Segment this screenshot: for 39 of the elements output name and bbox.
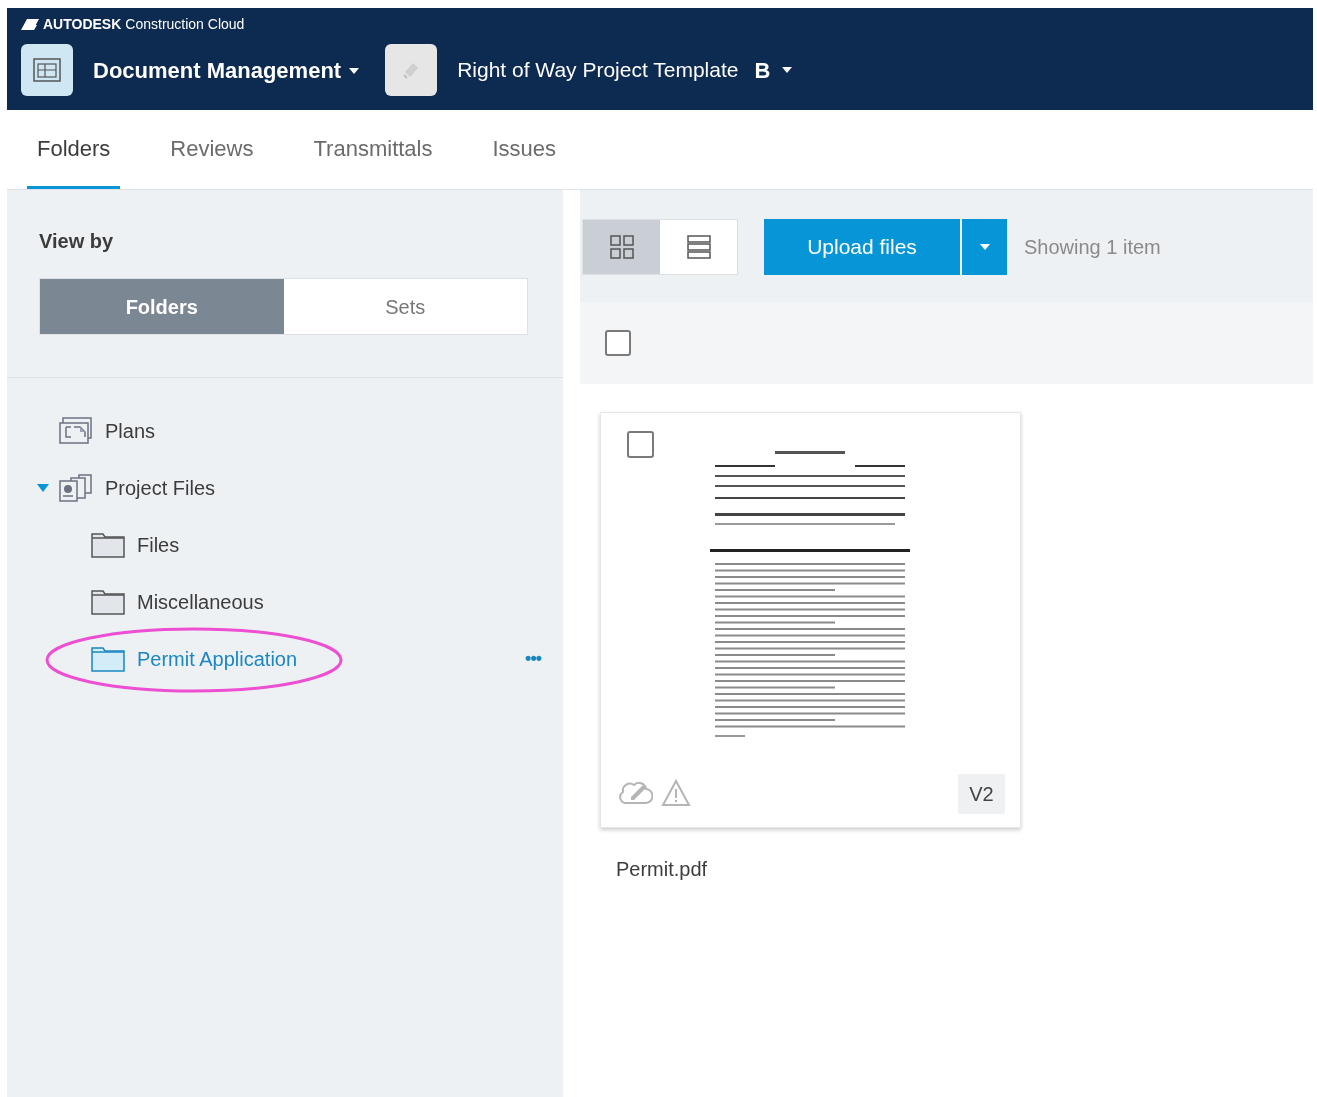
view-toggle[interactable]: Sets [283,279,527,334]
folder-icon [91,531,125,558]
file-card[interactable]: V2 [600,412,1021,828]
brand-name: AUTODESK [43,14,122,34]
tab[interactable]: Transmittals [303,111,443,189]
folder-icon [91,588,125,615]
more-button[interactable]: ••• [525,645,541,672]
grid-view-button[interactable] [583,220,660,274]
expand-toggle[interactable] [37,483,49,492]
caret-icon [782,67,793,73]
tab[interactable]: Reviews [160,111,264,189]
tree-item[interactable]: Plans [105,415,156,446]
item-count: Showing 1 item [1024,235,1161,260]
view-toggle[interactable]: Folders [40,279,284,334]
caret-icon [979,244,990,250]
project-icon [385,44,438,96]
list-view-button[interactable] [660,220,737,274]
project-selector[interactable]: Right of Way Project Template B [457,53,793,87]
warning-icon [661,779,691,807]
file-checkbox[interactable] [627,431,654,458]
file-name: Permit.pdf [616,857,709,882]
list-icon [686,235,711,259]
module-icon [21,44,73,96]
module-selector[interactable]: Document Management [93,53,360,87]
logo-icon [21,18,39,30]
folder-icon [91,645,125,672]
files-icon [59,473,93,502]
grid-icon [609,235,634,259]
caret-icon [349,68,360,74]
version-badge: V2 [958,774,1005,814]
view-by-label: View by [39,229,115,254]
tree-item[interactable]: Project Files [105,472,216,503]
caret-icon [37,483,49,492]
tree-item[interactable]: Miscellaneous [137,586,264,617]
tree-item[interactable]: Files [137,529,180,560]
plans-icon [59,416,93,445]
tab[interactable]: Issues [482,111,567,189]
select-all-checkbox[interactable] [605,330,631,356]
product-name: Construction Cloud [125,14,245,34]
